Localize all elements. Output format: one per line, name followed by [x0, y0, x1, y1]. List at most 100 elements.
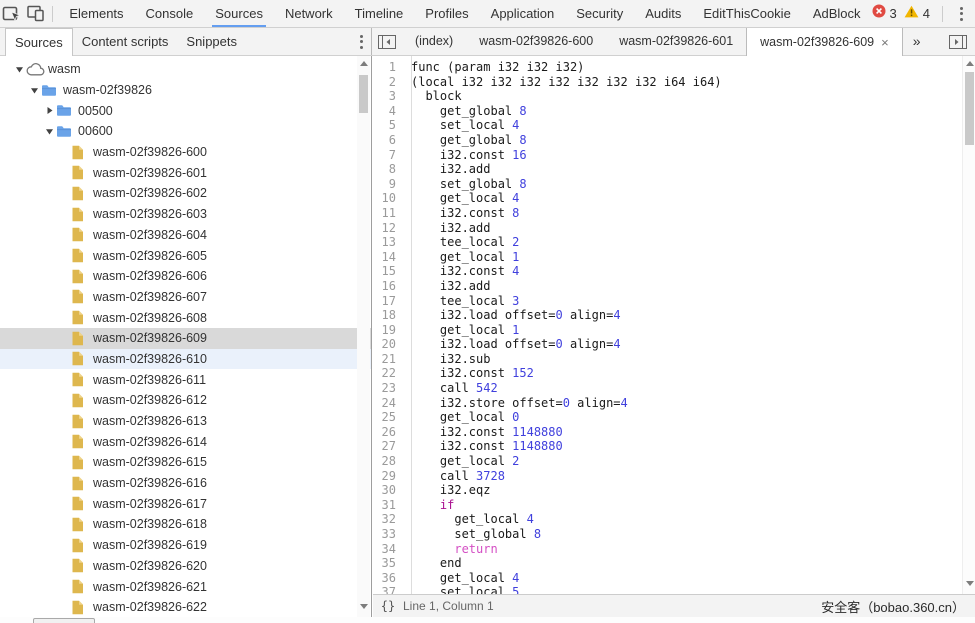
- code-line[interactable]: 23 call 542: [373, 381, 961, 396]
- close-tab-icon[interactable]: ×: [881, 36, 889, 49]
- tree-item[interactable]: wasm-02f39826-618: [0, 514, 371, 535]
- gutter-line-number[interactable]: 36: [373, 571, 405, 586]
- expander-open-icon[interactable]: [42, 127, 56, 136]
- gutter-line-number[interactable]: 24: [373, 396, 405, 411]
- code-line[interactable]: 7 i32.const 16: [373, 148, 961, 163]
- gutter-line-number[interactable]: 23: [373, 381, 405, 396]
- gutter-line-number[interactable]: 27: [373, 439, 405, 454]
- tree-item[interactable]: 00600: [0, 121, 371, 142]
- editor-tab[interactable]: (index): [402, 28, 466, 55]
- tree-item[interactable]: wasm-02f39826-602: [0, 183, 371, 204]
- code-line[interactable]: 31 if: [373, 498, 961, 513]
- tree-item[interactable]: wasm-02f39826-609: [0, 328, 371, 349]
- tree-item[interactable]: wasm-02f39826-605: [0, 245, 371, 266]
- editor-tab[interactable]: wasm-02f39826-600: [466, 28, 606, 55]
- gutter-line-number[interactable]: 31: [373, 498, 405, 513]
- tree-item[interactable]: wasm-02f39826-621: [0, 576, 371, 597]
- tree-item[interactable]: wasm-02f39826-607: [0, 287, 371, 308]
- tree-scrollbar[interactable]: [357, 56, 370, 617]
- panel-tab-sources[interactable]: Sources: [5, 28, 73, 56]
- code-line[interactable]: 13 tee_local 2: [373, 235, 961, 250]
- gutter-line-number[interactable]: 15: [373, 264, 405, 279]
- gutter-line-number[interactable]: 13: [373, 235, 405, 250]
- panel-tab-snippets[interactable]: Snippets: [177, 28, 246, 55]
- gutter-line-number[interactable]: 20: [373, 337, 405, 352]
- device-toolbar-icon[interactable]: [24, 0, 48, 27]
- expander-open-icon[interactable]: [27, 86, 41, 95]
- gutter-line-number[interactable]: 21: [373, 352, 405, 367]
- code-line[interactable]: 25 get_local 0: [373, 410, 961, 425]
- code-line[interactable]: 27 i32.const 1148880: [373, 439, 961, 454]
- editor-tab[interactable]: wasm-02f39826-601: [606, 28, 746, 55]
- gutter-line-number[interactable]: 22: [373, 366, 405, 381]
- editor-scroll-down-icon[interactable]: [963, 577, 975, 590]
- editor-scrollbar[interactable]: [962, 56, 975, 594]
- code-line[interactable]: 15 i32.const 4: [373, 264, 961, 279]
- code-line[interactable]: 30 i32.eqz: [373, 483, 961, 498]
- panel-tab-content-scripts[interactable]: Content scripts: [73, 28, 178, 55]
- code-line[interactable]: 17 tee_local 3: [373, 294, 961, 309]
- code-line[interactable]: 1func (param i32 i32 i32): [373, 60, 961, 75]
- toolbar-tab-sources[interactable]: Sources: [204, 0, 274, 27]
- code-line[interactable]: 35 end: [373, 556, 961, 571]
- show-drawer-icon[interactable]: [941, 28, 975, 55]
- gutter-line-number[interactable]: 34: [373, 542, 405, 557]
- tree-item[interactable]: wasm-02f39826-613: [0, 411, 371, 432]
- gutter-line-number[interactable]: 35: [373, 556, 405, 571]
- gutter-line-number[interactable]: 3: [373, 89, 405, 104]
- toolbar-tab-console[interactable]: Console: [135, 0, 205, 27]
- gutter-line-number[interactable]: 16: [373, 279, 405, 294]
- code-line[interactable]: 12 i32.add: [373, 221, 961, 236]
- tree-item[interactable]: wasm-02f39826-606: [0, 266, 371, 287]
- code-line[interactable]: 4 get_global 8: [373, 104, 961, 119]
- gutter-line-number[interactable]: 2: [373, 75, 405, 90]
- code-line[interactable]: 9 set_global 8: [373, 177, 961, 192]
- gutter-line-number[interactable]: 8: [373, 162, 405, 177]
- code-line[interactable]: 28 get_local 2: [373, 454, 961, 469]
- gutter-line-number[interactable]: 33: [373, 527, 405, 542]
- tree-item[interactable]: wasm-02f39826-603: [0, 204, 371, 225]
- gutter-line-number[interactable]: 28: [373, 454, 405, 469]
- code-line[interactable]: 16 i32.add: [373, 279, 961, 294]
- code-line[interactable]: 19 get_local 1: [373, 323, 961, 338]
- tree-item[interactable]: wasm-02f39826-601: [0, 162, 371, 183]
- toolbar-tab-audits[interactable]: Audits: [634, 0, 692, 27]
- tree-scroll-up-icon[interactable]: [357, 57, 370, 70]
- gutter-line-number[interactable]: 19: [373, 323, 405, 338]
- toolbar-tab-timeline[interactable]: Timeline: [344, 0, 415, 27]
- tree-item[interactable]: wasm-02f39826-616: [0, 473, 371, 494]
- gutter-line-number[interactable]: 11: [373, 206, 405, 221]
- gutter-line-number[interactable]: 17: [373, 294, 405, 309]
- expander-closed-icon[interactable]: [42, 106, 56, 115]
- code-line[interactable]: 11 i32.const 8: [373, 206, 961, 221]
- code-line[interactable]: 3 block: [373, 89, 961, 104]
- code-line[interactable]: 34 return: [373, 542, 961, 557]
- code-line[interactable]: 14 get_local 1: [373, 250, 961, 265]
- toolbar-tab-profiles[interactable]: Profiles: [414, 0, 479, 27]
- expander-open-icon[interactable]: [12, 65, 26, 74]
- more-tabs-button[interactable]: »: [903, 28, 931, 55]
- navigator-menu-icon[interactable]: [352, 35, 371, 49]
- code-line[interactable]: 10 get_local 4: [373, 191, 961, 206]
- inspect-element-icon[interactable]: [0, 0, 24, 27]
- gutter-line-number[interactable]: 30: [373, 483, 405, 498]
- toolbar-tab-editthiscookie[interactable]: EditThisCookie: [692, 0, 801, 27]
- tree-scroll-down-icon[interactable]: [357, 600, 370, 613]
- tree-item[interactable]: wasm-02f39826-622: [0, 597, 371, 617]
- gutter-line-number[interactable]: 1: [373, 60, 405, 75]
- gutter-line-number[interactable]: 32: [373, 512, 405, 527]
- tree-item[interactable]: 00500: [0, 100, 371, 121]
- tree-item[interactable]: wasm-02f39826-614: [0, 431, 371, 452]
- toolbar-tab-elements[interactable]: Elements: [58, 0, 134, 27]
- gutter-line-number[interactable]: 26: [373, 425, 405, 440]
- toolbar-tab-adblock[interactable]: AdBlock: [802, 0, 872, 27]
- code-line[interactable]: 20 i32.load offset=0 align=4: [373, 337, 961, 352]
- tree-item[interactable]: wasm-02f39826-617: [0, 493, 371, 514]
- code-line[interactable]: 8 i32.add: [373, 162, 961, 177]
- tree-scrollbar-thumb[interactable]: [359, 75, 368, 113]
- gutter-line-number[interactable]: 5: [373, 118, 405, 133]
- code-line[interactable]: 22 i32.const 152: [373, 366, 961, 381]
- code-line[interactable]: 37 set_local 5: [373, 585, 961, 594]
- tree-item[interactable]: wasm-02f39826-608: [0, 307, 371, 328]
- tree-item[interactable]: wasm-02f39826-620: [0, 556, 371, 577]
